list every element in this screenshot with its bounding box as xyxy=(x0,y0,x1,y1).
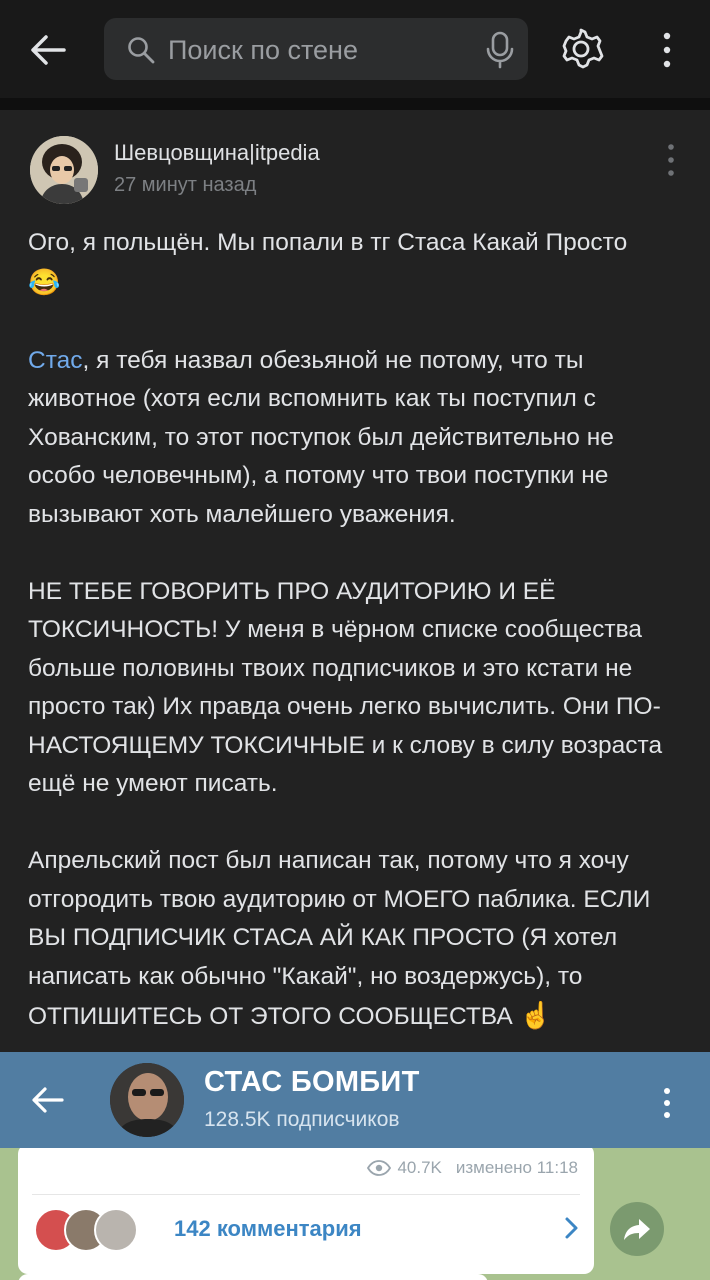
channel-title: СТАС БОМБИТ xyxy=(204,1066,420,1098)
mention-link[interactable]: Стас xyxy=(28,347,83,374)
post-more-icon[interactable] xyxy=(660,142,682,178)
more-vertical-icon[interactable] xyxy=(656,30,678,70)
post-paragraph: Ого, я польщён. Мы попали в тг Стаса Как… xyxy=(28,229,628,297)
more-vertical-icon xyxy=(656,1086,678,1120)
post-paragraph: Апрельский пост был написан так, потому … xyxy=(28,847,651,1030)
post-author[interactable]: Шевцовщина|itpedia xyxy=(114,140,320,166)
share-icon xyxy=(610,1202,664,1256)
comments-row: 142 комментария xyxy=(34,1202,586,1256)
divider xyxy=(0,98,710,110)
gear-icon[interactable] xyxy=(558,26,604,72)
channel-avatar xyxy=(110,1063,184,1137)
search-bar[interactable] xyxy=(104,18,528,80)
laughing-emoji: 😂 xyxy=(28,266,61,297)
divider xyxy=(32,1194,580,1195)
comments-count: 142 комментария xyxy=(174,1216,362,1241)
chevron-right-icon xyxy=(562,1216,580,1240)
post-time: 27 минут назад xyxy=(114,174,257,196)
message-bubble: 40.7K изменено 11:18 142 комментария xyxy=(18,1148,594,1274)
message-meta: 40.7K изменено 11:18 xyxy=(367,1158,578,1178)
top-bar xyxy=(0,0,710,98)
telegram-chat: 40.7K изменено 11:18 142 комментария xyxy=(0,1148,710,1280)
edited-time: изменено 11:18 xyxy=(455,1158,578,1177)
telegram-header: СТАС БОМБИТ 128.5K подписчиков xyxy=(0,1052,710,1148)
eye-icon xyxy=(367,1160,392,1176)
search-icon xyxy=(126,35,156,65)
search-input[interactable] xyxy=(166,28,470,72)
commenter-avatar xyxy=(94,1208,138,1252)
post-text: Ого, я польщён. Мы попали в тг Стаса Как… xyxy=(28,224,688,1037)
microphone-icon[interactable] xyxy=(482,30,518,70)
post-paragraph: Стас, я тебя назвал обезьяной не потому,… xyxy=(28,346,614,528)
back-arrow-icon[interactable] xyxy=(26,28,70,72)
post-paragraph: НЕ ТЕБЕ ГОВОРИТЬ ПРО АУДИТОРИЮ И ЕЁ ТОКС… xyxy=(28,577,663,798)
message-bubble xyxy=(18,1274,488,1280)
channel-subscribers: 128.5K подписчиков xyxy=(204,1108,400,1131)
avatar[interactable] xyxy=(30,136,98,204)
views-count: 40.7K xyxy=(397,1158,442,1177)
wall-post: Шевцовщина|itpedia 27 минут назад Ого, я… xyxy=(0,110,710,1055)
pointing-up-emoji: ☝️ xyxy=(519,1000,552,1030)
back-arrow-icon xyxy=(30,1084,66,1116)
